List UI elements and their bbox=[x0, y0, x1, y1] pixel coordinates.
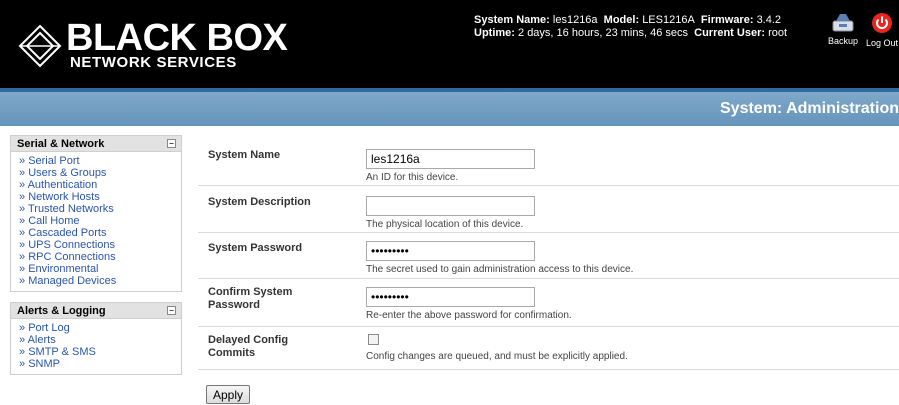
system-name-input[interactable]: les1216a bbox=[366, 149, 535, 169]
sidebar-item-environmental[interactable]: Environmental bbox=[19, 263, 173, 275]
sidebar-item-alerts[interactable]: Alerts bbox=[19, 334, 173, 346]
sidebar-panel-alerts-logging: Alerts & Logging − Port Log Alerts SMTP … bbox=[10, 302, 182, 375]
confirm-password-hint: Re-enter the above password for confirma… bbox=[366, 310, 572, 321]
sidebar-item-trusted-networks[interactable]: Trusted Networks bbox=[19, 203, 173, 215]
sidebar: Serial & Network − Serial Port Users & G… bbox=[10, 135, 182, 385]
sidebar-panel-header[interactable]: Alerts & Logging − bbox=[11, 303, 181, 319]
logo-subtext: NETWORK SERVICES bbox=[70, 54, 237, 71]
page-title: System: Administration bbox=[720, 100, 899, 117]
power-icon bbox=[872, 13, 892, 33]
sidebar-item-rpc-connections[interactable]: RPC Connections bbox=[19, 251, 173, 263]
sidebar-item-network-hosts[interactable]: Network Hosts bbox=[19, 191, 173, 203]
system-description-row: System Description The physical location… bbox=[198, 186, 899, 233]
system-description-hint: The physical location of this device. bbox=[366, 219, 524, 230]
logo-diamond-icon bbox=[18, 24, 62, 68]
system-name-hint: An ID for this device. bbox=[366, 172, 459, 183]
sidebar-panel-header[interactable]: Serial & Network − bbox=[11, 136, 181, 152]
sidebar-item-smtp-sms[interactable]: SMTP & SMS bbox=[19, 346, 173, 358]
page-title-bar: System: Administration bbox=[0, 88, 899, 126]
system-description-label: System Description bbox=[208, 196, 311, 208]
sidebar-item-ups-connections[interactable]: UPS Connections bbox=[19, 239, 173, 251]
system-name-row: System Name les1216a An ID for this devi… bbox=[198, 138, 899, 186]
confirm-password-input[interactable]: ••••••••• bbox=[366, 287, 535, 307]
system-name-value: les1216a bbox=[552, 14, 598, 26]
sidebar-item-managed-devices[interactable]: Managed Devices bbox=[19, 275, 173, 287]
sidebar-item-port-log[interactable]: Port Log bbox=[19, 322, 173, 334]
logo-text: BLACK BOX bbox=[66, 17, 288, 59]
sidebar-item-cascaded-ports[interactable]: Cascaded Ports bbox=[19, 227, 173, 239]
confirm-password-label: Confirm System Password bbox=[208, 286, 293, 311]
sidebar-item-serial-port[interactable]: Serial Port bbox=[19, 155, 173, 167]
sidebar-item-authentication[interactable]: Authentication bbox=[19, 179, 173, 191]
delayed-commits-label: Delayed Config Commits bbox=[208, 334, 289, 359]
backup-button[interactable]: Backup bbox=[823, 12, 863, 46]
system-password-label: System Password bbox=[208, 242, 303, 254]
firmware-value: 3.4.2 bbox=[756, 14, 782, 26]
sidebar-item-users-groups[interactable]: Users & Groups bbox=[19, 167, 173, 179]
system-name-label: System Name bbox=[208, 149, 281, 161]
delayed-commits-checkbox[interactable] bbox=[368, 334, 379, 345]
system-password-input[interactable]: ••••••••• bbox=[366, 241, 535, 261]
system-description-input[interactable] bbox=[366, 196, 535, 216]
sidebar-item-snmp[interactable]: SNMP bbox=[19, 358, 173, 370]
backup-icon bbox=[832, 14, 854, 32]
system-password-hint: The secret used to gain administration a… bbox=[366, 264, 634, 275]
uptime-value: 2 days, 16 hours, 23 mins, 46 secs bbox=[518, 27, 688, 39]
collapse-icon[interactable]: − bbox=[167, 139, 176, 148]
delayed-commits-hint: Config changes are queued, and must be e… bbox=[366, 351, 628, 362]
system-password-row: System Password ••••••••• The secret use… bbox=[198, 233, 899, 279]
collapse-icon[interactable]: − bbox=[167, 306, 176, 315]
sidebar-item-call-home[interactable]: Call Home bbox=[19, 215, 173, 227]
apply-button[interactable]: Apply bbox=[206, 385, 251, 404]
delayed-commits-row: Delayed Config Commits Config changes ar… bbox=[198, 327, 899, 370]
current-user-value: root bbox=[768, 27, 788, 39]
logout-button[interactable]: Log Out bbox=[862, 12, 899, 48]
model-value: LES1216A bbox=[642, 14, 695, 26]
system-info: System Name: les1216a Model: LES1216A Fi… bbox=[474, 14, 788, 39]
confirm-password-row: Confirm System Password ••••••••• Re-ent… bbox=[198, 279, 899, 327]
header-bar: BLACK BOX NETWORK SERVICES System Name: … bbox=[0, 0, 899, 88]
administration-form: System Name les1216a An ID for this devi… bbox=[198, 138, 899, 370]
sidebar-panel-serial-network: Serial & Network − Serial Port Users & G… bbox=[10, 135, 182, 292]
